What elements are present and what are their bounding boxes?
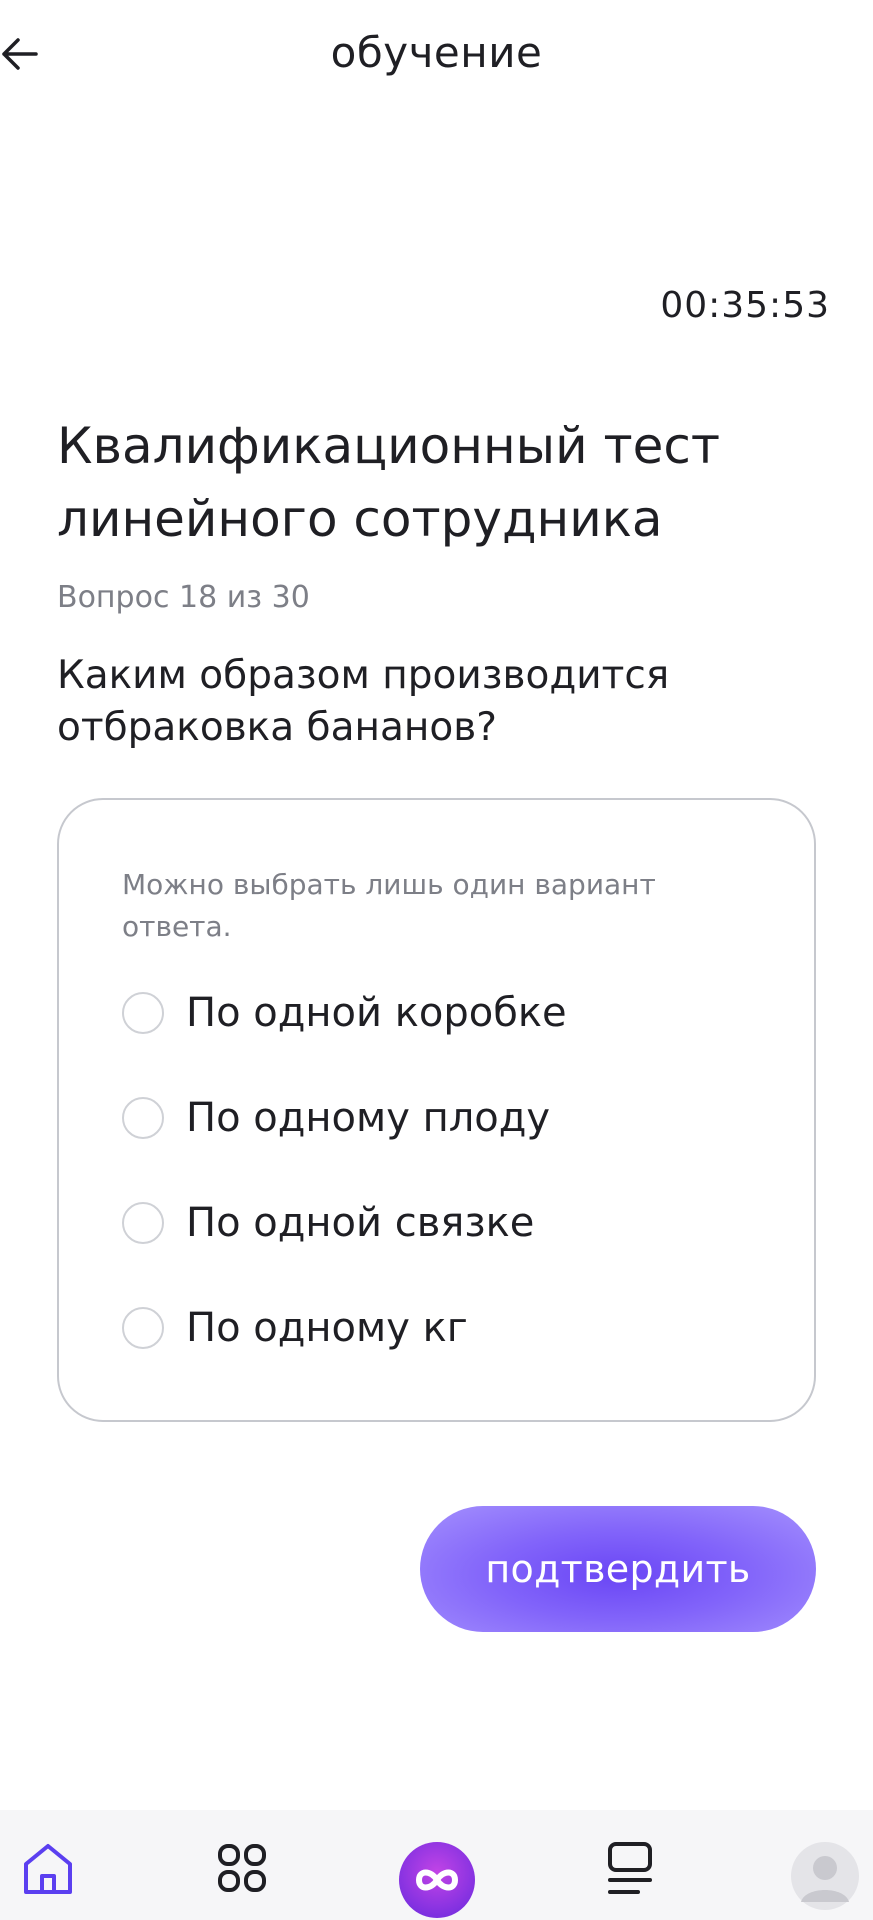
app-header: обучение xyxy=(0,0,873,115)
answer-option-label: По одной связке xyxy=(186,1200,535,1246)
answer-option[interactable]: По одному кг xyxy=(122,1305,468,1351)
answer-option-label: По одному плоду xyxy=(186,1095,551,1141)
tab-home[interactable] xyxy=(8,1840,88,1920)
answer-option-label: По одной коробке xyxy=(186,990,567,1036)
timer: 00:35:53 xyxy=(660,285,830,326)
confirm-button[interactable]: подтвердить xyxy=(420,1506,816,1632)
radio-button[interactable] xyxy=(122,1202,164,1244)
list-icon xyxy=(608,1842,652,1894)
radio-button[interactable] xyxy=(122,992,164,1034)
tab-catalog[interactable] xyxy=(202,1840,282,1920)
radio-button[interactable] xyxy=(122,1307,164,1349)
home-icon xyxy=(24,1844,72,1894)
answer-hint: Можно выбрать лишь один вариант ответа. xyxy=(122,868,656,943)
answer-option[interactable]: По одной связке xyxy=(122,1200,534,1246)
bottom-tab-bar xyxy=(0,1810,873,1920)
answer-option[interactable]: По одному плоду xyxy=(122,1095,550,1141)
tab-profile[interactable] xyxy=(785,1840,865,1920)
avatar-icon xyxy=(791,1842,859,1910)
grid-icon xyxy=(218,1844,266,1892)
tab-list[interactable] xyxy=(590,1840,670,1920)
question-text: Каким образом производится отбраковка ба… xyxy=(57,653,670,750)
test-title: Квалификационный тест линейного сотрудни… xyxy=(57,417,721,548)
answer-option-label: По одному кг xyxy=(186,1305,468,1351)
page-title: обучение xyxy=(330,28,543,77)
answer-card: Можно выбрать лишь один вариант ответа. … xyxy=(57,798,816,1422)
radio-button[interactable] xyxy=(122,1097,164,1139)
infinity-icon xyxy=(399,1842,475,1918)
question-counter: Вопрос 18 из 30 xyxy=(57,580,310,615)
answer-option[interactable]: По одной коробке xyxy=(122,990,567,1036)
tab-main[interactable] xyxy=(397,1840,477,1920)
